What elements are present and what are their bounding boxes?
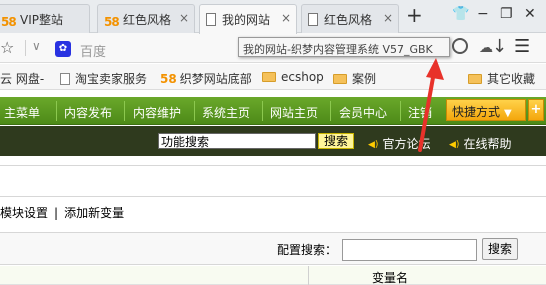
nav-divider — [194, 101, 195, 121]
bookmark-label: 其它收藏 — [487, 72, 536, 86]
minimize-button[interactable]: − — [477, 7, 489, 21]
folder-icon — [468, 74, 482, 84]
search-engine-input[interactable]: 百度 — [80, 41, 106, 60]
58-logo-icon: 58 — [1, 15, 17, 29]
nav-divider — [56, 101, 57, 121]
quick-menu-button[interactable]: 快捷方式 ▼ — [446, 99, 526, 121]
help-link[interactable]: ◀) 在线帮助 — [449, 135, 511, 152]
browser-tab-strip: 58 VIP整站 58 红色风格 × 我的网站 × 红色风格 × + 👕 − ❐ ✕ — [0, 0, 546, 34]
restore-button[interactable]: ❐ — [500, 7, 513, 21]
bookmark-label: 淘宝卖家服务 — [75, 72, 148, 86]
bookmarks-bar: 云 网盘- 淘宝卖家服务 58 织梦网站底部 ecshop 案例 其它收藏 — [0, 64, 546, 90]
58-logo-icon: 58 — [104, 15, 120, 29]
close-icon[interactable]: × — [179, 11, 189, 25]
document-icon — [60, 73, 70, 85]
quick-menu-label: 快捷方式 — [452, 105, 501, 119]
folder-icon — [333, 74, 347, 84]
nav-publish[interactable]: 内容发布 — [64, 104, 112, 121]
function-search-button[interactable]: 搜索 — [318, 133, 354, 149]
nav-main-menu[interactable]: 主菜单 — [4, 104, 40, 121]
config-search-row: 配置搜索： 搜索 — [0, 232, 546, 265]
breadcrumb-add-variable[interactable]: 添加新变量 — [64, 206, 124, 220]
tab-label: 红色风格 — [324, 13, 373, 27]
panel-header — [0, 165, 546, 197]
nav-site-home[interactable]: 网站主页 — [270, 104, 318, 121]
baidu-paw-icon: ✿ — [55, 41, 71, 57]
nav-system-home[interactable]: 系统主页 — [202, 104, 250, 121]
column-variable-name: 变量名 — [372, 271, 409, 285]
speaker-icon: ◀) — [449, 140, 460, 150]
tab-label: 我的网站 — [222, 13, 271, 27]
bookmark-cases[interactable]: 案例 — [333, 70, 376, 87]
skin-icon[interactable]: 👕 — [452, 7, 469, 21]
bookmark-label: 案例 — [352, 72, 377, 86]
function-search-input[interactable] — [158, 133, 316, 149]
column-divider — [308, 266, 309, 285]
bookmark-star-icon[interactable]: ☆ — [0, 38, 14, 57]
58-logo-icon: 58 — [160, 72, 177, 86]
breadcrumb-separator: | — [54, 206, 59, 220]
divider — [25, 40, 26, 56]
bookmark-label: 云 网盘- — [0, 72, 45, 86]
table-header: 变量名 — [0, 266, 546, 285]
bookmark-taobao[interactable]: 淘宝卖家服务 — [60, 70, 147, 87]
bookmark-dede-footer[interactable]: 58 织梦网站底部 — [160, 70, 252, 87]
config-search-button[interactable]: 搜索 — [482, 238, 518, 260]
cloud-icon[interactable]: ☁ — [479, 40, 493, 56]
document-icon — [308, 13, 318, 26]
tab-red-style-1[interactable]: 58 红色风格 × — [97, 4, 195, 33]
download-icon[interactable]: ↓ — [492, 36, 507, 57]
bookmark-label: ecshop — [281, 70, 324, 84]
chevron-down-icon: ▼ — [504, 108, 512, 119]
admin-search-bar: 搜索 ◀)官方论坛 ◀)在线帮助 — [0, 126, 546, 156]
admin-main-nav: 主菜单 内容发布 内容维护 系统主页 网站主页 会员中心 注销 快捷方式 ▼ + — [0, 97, 546, 125]
forum-link-label: 官方论坛 — [382, 137, 431, 151]
speaker-icon: ◀) — [368, 140, 379, 150]
help-link-label: 在线帮助 — [463, 137, 512, 151]
forum-link[interactable]: ◀) 官方论坛 — [368, 135, 430, 152]
bookmark-label: 织梦网站底部 — [179, 72, 252, 86]
close-window-button[interactable]: ✕ — [524, 7, 536, 21]
nav-logout[interactable]: 注销 — [408, 104, 432, 121]
config-search-label: 配置搜索： — [277, 243, 338, 257]
tab-title-tooltip: 我的网站-织梦内容管理系统 V57_GBK — [238, 37, 450, 57]
bookmark-other[interactable]: 其它收藏 — [468, 70, 535, 87]
nav-divider — [330, 101, 331, 121]
close-icon[interactable]: × — [383, 11, 393, 25]
chevron-down-icon[interactable]: ∨ — [32, 39, 41, 53]
new-tab-button[interactable]: + — [406, 5, 423, 25]
breadcrumb-module-settings[interactable]: 模块设置 — [0, 206, 48, 220]
breadcrumb: 模块设置 | 添加新变量 — [0, 204, 124, 221]
bookmark-ecshop[interactable]: ecshop — [262, 70, 324, 84]
config-search-input[interactable] — [342, 239, 477, 261]
bookmark-cloud-disk[interactable]: 云 网盘- — [0, 70, 44, 87]
folder-icon — [262, 72, 276, 82]
nav-divider — [124, 101, 125, 121]
nav-divider — [400, 101, 401, 121]
nav-divider — [262, 101, 263, 121]
add-quick-button[interactable]: + — [528, 99, 544, 121]
nav-member-center[interactable]: 会员中心 — [339, 104, 387, 121]
tab-red-style-2[interactable]: 红色风格 × — [301, 4, 399, 33]
close-icon[interactable]: × — [281, 11, 291, 25]
tab-label: VIP整站 — [20, 13, 63, 27]
document-icon — [206, 13, 216, 26]
nav-maintain[interactable]: 内容维护 — [133, 104, 181, 121]
tab-label: 红色风格 — [123, 13, 172, 27]
refresh-icon[interactable] — [452, 38, 468, 54]
tab-vip[interactable]: 58 VIP整站 — [0, 4, 90, 33]
menu-icon[interactable]: ☰ — [514, 36, 530, 57]
tab-my-site[interactable]: 我的网站 × — [199, 4, 297, 34]
